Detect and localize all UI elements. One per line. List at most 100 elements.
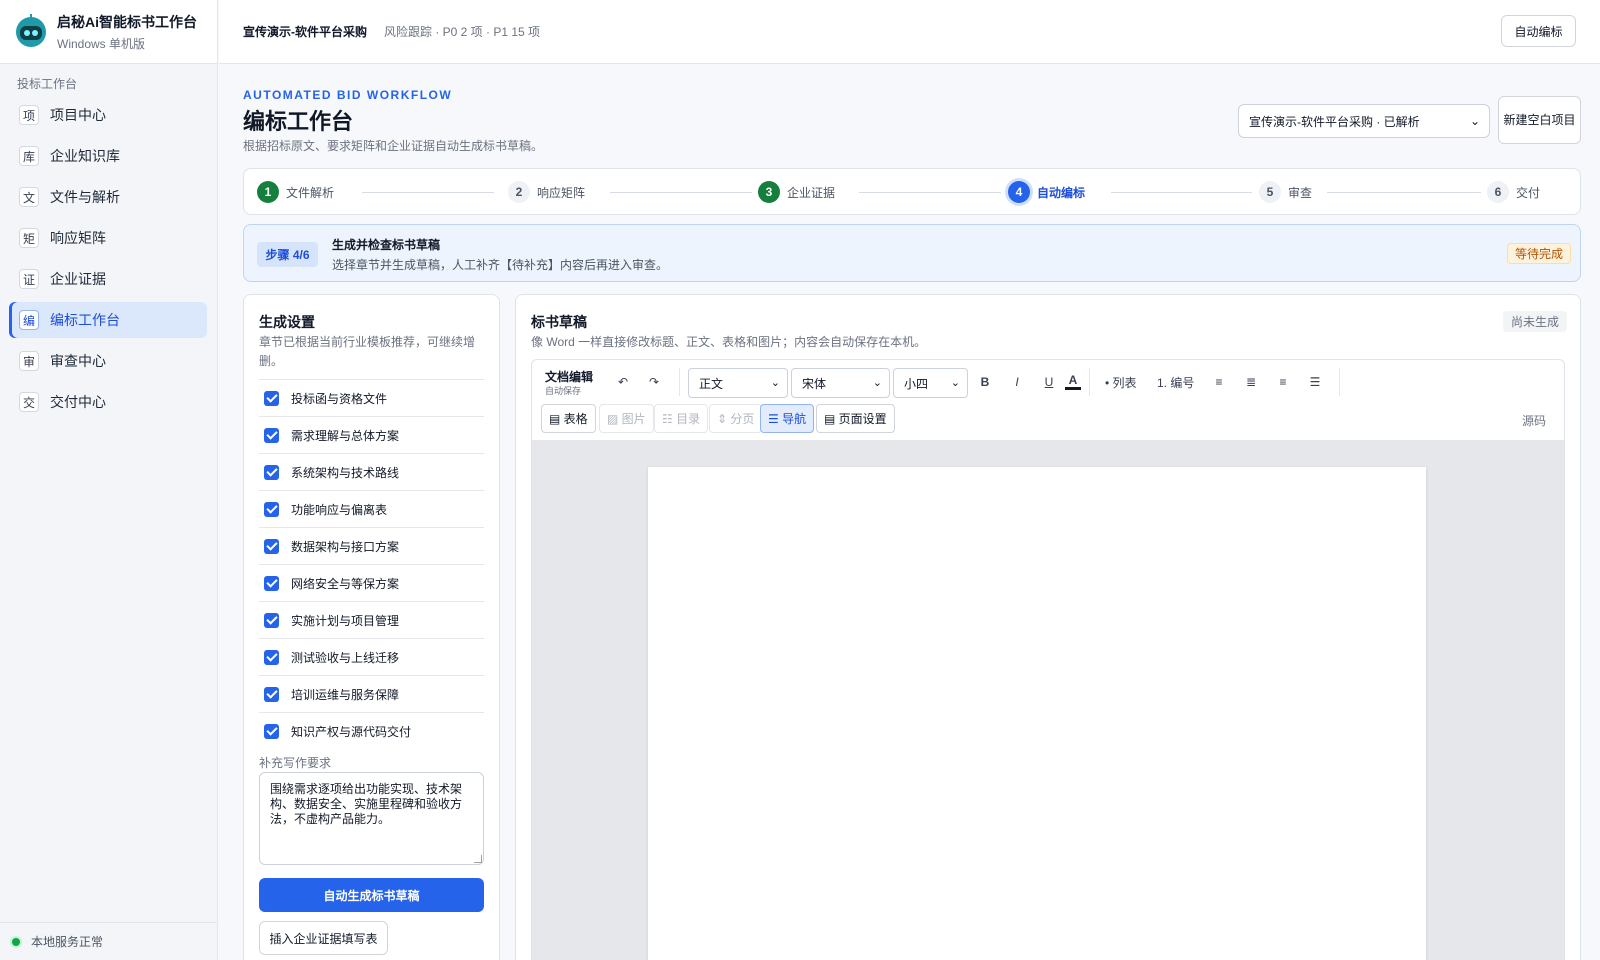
font-size-select[interactable]: 小四 ⌄ xyxy=(893,368,968,398)
sidebar-item-evidence[interactable]: 证 企业证据 xyxy=(9,261,207,297)
chapter-label: 网络安全与等保方案 xyxy=(291,576,400,591)
italic-icon[interactable]: I xyxy=(1005,372,1029,392)
checkbox-checked-icon[interactable] xyxy=(264,686,279,702)
new-blank-project-button[interactable]: 新建空白项目 xyxy=(1498,96,1581,144)
step-auto-bid[interactable]: 4 自动编标 xyxy=(1008,181,1090,203)
bold-icon[interactable]: B xyxy=(973,372,997,392)
sidebar-item-knowledge-base[interactable]: 库 企业知识库 xyxy=(9,138,207,174)
sidebar-item-delivery[interactable]: 交 交付中心 xyxy=(9,384,207,420)
chapter-label: 知识产权与源代码交付 xyxy=(291,725,412,739)
align-center-icon[interactable]: ≣ xyxy=(1239,372,1263,392)
chapter-checkbox-row[interactable]: 知识产权与源代码交付 xyxy=(259,713,484,750)
sidebar-item-label: 响应矩阵 xyxy=(50,230,106,246)
chevron-down-icon: ⌄ xyxy=(950,377,960,389)
font-color-icon[interactable]: A xyxy=(1065,372,1081,390)
step-label: 审查 xyxy=(1288,185,1313,200)
align-left-icon[interactable]: ≡ xyxy=(1207,372,1231,392)
service-status-text: 本地服务正常 xyxy=(31,935,104,949)
draft-status-badge: 尚未生成 xyxy=(1502,311,1567,332)
banner-title: 生成并检查标书草稿 xyxy=(332,238,441,252)
project-select[interactable]: 宣传演示-软件平台采购 · 已解析 ⌄ xyxy=(1238,104,1490,138)
step-review[interactable]: 5 审查 xyxy=(1259,181,1317,203)
step-badge: 步骤 4/6 xyxy=(257,242,318,267)
banner-description: 选择章节并生成草稿，人工补齐【待补充】内容后再进入审查。 xyxy=(332,258,669,272)
sidebar-nav: 项 项目中心 库 企业知识库 文 文件与解析 矩 响应矩阵 证 企业证据 编 编… xyxy=(0,97,217,420)
step-delivery[interactable]: 6 交付 xyxy=(1487,181,1545,203)
top-bar: 宣传演示-软件平台采购 风险跟踪 · P0 2 项 · P1 15 项 自动编标 xyxy=(219,0,1600,64)
draft-title: 标书草稿 xyxy=(531,314,587,330)
insert-image-button[interactable]: ▨ 图片 xyxy=(599,404,654,433)
insert-table-button[interactable]: ▤ 表格 xyxy=(541,404,596,433)
font-family-select[interactable]: 宋体 ⌄ xyxy=(791,368,890,398)
chapter-checkbox-row[interactable]: 需求理解与总体方案 xyxy=(259,417,484,454)
font-family-value: 宋体 xyxy=(802,376,827,391)
resize-handle-icon[interactable] xyxy=(474,855,482,863)
chapter-label: 实施计划与项目管理 xyxy=(291,613,400,628)
page-setup-button[interactable]: ▤ 页面设置 xyxy=(816,404,895,433)
step-number: 5 xyxy=(1259,181,1281,203)
step-enterprise-evidence[interactable]: 3 企业证据 xyxy=(758,181,840,203)
document-page[interactable] xyxy=(648,467,1426,960)
chapter-label: 需求理解与总体方案 xyxy=(291,428,400,443)
chapter-label: 功能响应与偏离表 xyxy=(291,502,388,517)
insert-evidence-form-button[interactable]: 插入企业证据填写表 xyxy=(259,921,388,955)
project-select-value: 宣传演示-软件平台采购 · 已解析 xyxy=(1249,114,1420,129)
align-right-icon[interactable]: ≡ xyxy=(1271,372,1295,392)
bid-draft-panel: 标书草稿 像 Word 一样直接修改标题、正文、表格和图片；内容会自动保存在本机… xyxy=(515,294,1581,960)
redo-icon[interactable]: ↷ xyxy=(642,372,666,392)
sidebar-item-label: 编标工作台 xyxy=(50,312,120,328)
justify-icon[interactable]: ☰ xyxy=(1303,372,1327,392)
chapter-checkbox-row[interactable]: 测试验收与上线迁移 xyxy=(259,639,484,676)
chapter-checkbox-row[interactable]: 投标函与资格文件 xyxy=(259,380,484,417)
undo-icon[interactable]: ↶ xyxy=(611,372,635,392)
underline-icon[interactable]: U xyxy=(1037,372,1061,392)
bullet-list-button[interactable]: • 列表 xyxy=(1105,372,1137,392)
editor-toolbar-primary: 文档编辑 自动保存 ↶ ↷ 正文 ⌄ 宋体 ⌄ 小四 ⌄ B I U A • 列… xyxy=(532,360,1564,404)
checkbox-checked-icon[interactable] xyxy=(264,464,279,480)
chapter-checkbox-row[interactable]: 数据架构与接口方案 xyxy=(259,528,484,565)
generate-draft-button[interactable]: 自动生成标书草稿 xyxy=(259,878,484,912)
review-icon: 审 xyxy=(19,351,39,371)
page-break-button[interactable]: ⇕ 分页 xyxy=(709,404,763,433)
checkbox-checked-icon[interactable] xyxy=(264,575,279,591)
chapter-checkbox-row[interactable]: 系统架构与技术路线 xyxy=(259,454,484,491)
checkbox-checked-icon[interactable] xyxy=(264,612,279,628)
checkbox-checked-icon[interactable] xyxy=(264,390,279,406)
checkbox-checked-icon[interactable] xyxy=(264,501,279,517)
checkbox-checked-icon[interactable] xyxy=(264,649,279,665)
chapter-checkbox-row[interactable]: 培训运维与服务保障 xyxy=(259,676,484,713)
sidebar-item-projects[interactable]: 项 项目中心 xyxy=(9,97,207,133)
chapter-checkbox-row[interactable]: 实施计划与项目管理 xyxy=(259,602,484,639)
sidebar-item-files[interactable]: 文 文件与解析 xyxy=(9,179,207,215)
requirements-textarea[interactable]: 围绕需求逐项给出功能实现、技术架构、数据安全、实施里程碑和验收方法，不虚构产品能… xyxy=(259,772,484,865)
chapter-label: 测试验收与上线迁移 xyxy=(291,650,400,665)
sidebar-item-label: 企业证据 xyxy=(50,271,106,287)
project-icon: 项 xyxy=(19,105,39,125)
brand: 启秘Ai智能标书工作台 Windows 单机版 xyxy=(0,0,217,64)
step-response-matrix[interactable]: 2 响应矩阵 xyxy=(508,181,590,203)
chapter-label: 投标函与资格文件 xyxy=(291,391,388,406)
chapter-checkbox-row[interactable]: 网络安全与等保方案 xyxy=(259,565,484,602)
checkbox-checked-icon[interactable] xyxy=(264,427,279,443)
step-label: 响应矩阵 xyxy=(537,185,586,200)
checkbox-checked-icon[interactable] xyxy=(264,538,279,554)
step-label: 交付 xyxy=(1516,185,1541,200)
paragraph-style-value: 正文 xyxy=(699,376,724,391)
nav-group-label: 投标工作台 xyxy=(17,77,78,91)
editor-toolbar-secondary: ▤ 表格 ▨ 图片 ☷ 目录 ⇕ 分页 ☰ 导航 ▤ 页面设置 源码 xyxy=(532,404,1564,438)
page-eyebrow: AUTOMATED BID WORKFLOW xyxy=(243,88,453,102)
navigation-toggle-button[interactable]: ☰ 导航 xyxy=(760,404,815,433)
checkbox-checked-icon[interactable] xyxy=(264,724,279,739)
step-file-parsing[interactable]: 1 文件解析 xyxy=(257,181,339,203)
chevron-down-icon: ⌄ xyxy=(872,377,882,389)
source-code-toggle[interactable]: 源码 xyxy=(1522,412,1546,429)
chapter-checkbox-row[interactable]: 功能响应与偏离表 xyxy=(259,491,484,528)
sidebar-item-matrix[interactable]: 矩 响应矩阵 xyxy=(9,220,207,256)
sidebar-item-review[interactable]: 审 审查中心 xyxy=(9,343,207,379)
draft-description: 像 Word 一样直接修改标题、正文、表格和图片；内容会自动保存在本机。 xyxy=(531,335,927,349)
sidebar-item-bid-workbench[interactable]: 编 编标工作台 xyxy=(9,302,207,338)
numbered-list-button[interactable]: 1. 编号 xyxy=(1157,372,1194,392)
paragraph-style-select[interactable]: 正文 ⌄ xyxy=(688,368,788,398)
auto-bid-button[interactable]: 自动编标 xyxy=(1501,15,1576,47)
insert-toc-button[interactable]: ☷ 目录 xyxy=(654,404,709,433)
